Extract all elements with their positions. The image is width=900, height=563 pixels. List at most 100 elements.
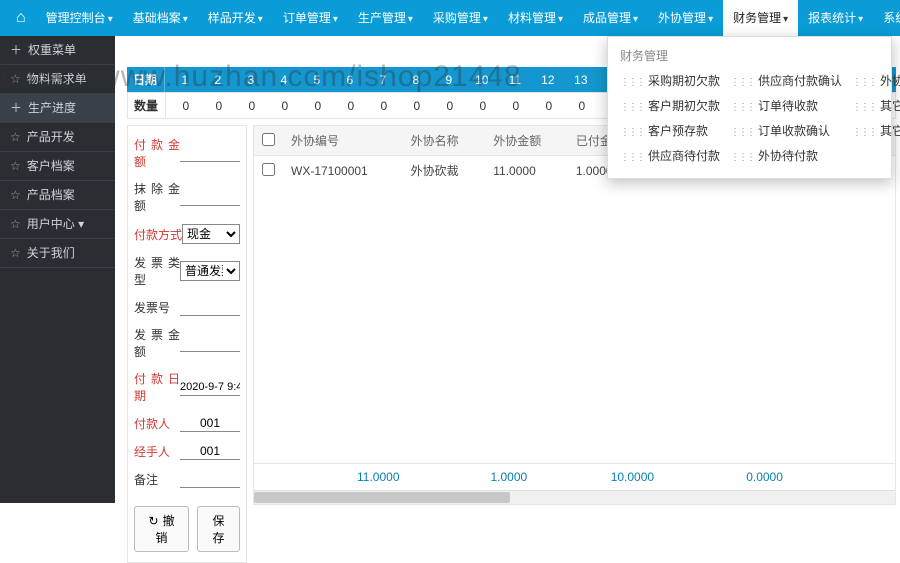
form-label: 付款金额 [134,136,180,170]
day-cell[interactable]: 6 [333,69,366,91]
sidebar-item-weight[interactable]: 权重菜单 [0,36,115,65]
form-input[interactable] [180,442,240,460]
form-input[interactable] [180,470,240,488]
dropdown-item[interactable]: 供应商付款确认 [730,72,842,89]
nav-purchase[interactable]: 采购管理 [423,0,498,36]
nav-sample[interactable]: 样品开发 [198,0,273,36]
count-cell: 0 [301,95,334,117]
foot-extra1: 10.0000 [603,464,739,491]
count-cell: 0 [400,95,433,117]
day-cell[interactable]: 8 [399,69,432,91]
horizontal-scrollbar[interactable] [254,490,895,504]
day-cell[interactable]: 13 [564,69,597,91]
nav-order[interactable]: 订单管理 [273,0,348,36]
row-checkbox[interactable] [262,163,275,176]
form-input[interactable] [180,378,240,396]
sidebar-item-product-dev[interactable]: 产品开发 [0,123,115,152]
count-cell: 0 [565,95,598,117]
nav-finished[interactable]: 成品管理 [573,0,648,36]
count-cell: 0 [367,95,400,117]
top-nav: ⌂ 管理控制台 基础档案 样品开发 订单管理 生产管理 采购管理 材料管理 成品… [0,0,900,36]
foot-amount: 11.0000 [349,464,482,491]
day-cell[interactable]: 5 [300,69,333,91]
nav-outsource[interactable]: 外协管理 [648,0,723,36]
dropdown-item[interactable]: 外协付款确认 [852,72,900,89]
count-cell: 0 [499,95,532,117]
form-label: 备注 [134,471,180,488]
dropdown-item[interactable]: 外协待付款 [730,147,842,164]
form-label: 付款方式 [134,226,182,243]
cell-name: 外协砍裁 [403,156,486,186]
nav-system[interactable]: 系统管理 [873,0,900,36]
day-cell[interactable]: 1 [168,69,201,91]
dropdown-item[interactable]: 客户期初欠款 [620,97,720,114]
sidebar-item-label: 关于我们 [27,246,75,260]
form-label: 抹除金额 [134,180,180,214]
form-input[interactable]: 普通发票 [180,261,240,281]
sidebar-item-label: 权重菜单 [28,43,76,57]
count-cell: 0 [532,95,565,117]
form-label: 经手人 [134,443,180,460]
refresh-icon: ↻ [149,514,159,528]
dropdown-item[interactable]: 供应商待付款 [620,147,720,164]
foot-paid: 1.0000 [482,464,602,491]
data-table-pane: 外协编号 外协名称 外协金额 已付金额 WX-17100001 外协砍裁 11.… [253,125,896,505]
sidebar-item-label: 生产进度 [28,101,76,115]
sidebar-item-user-center[interactable]: 用户中心 ▾ [0,210,115,239]
home-icon[interactable]: ⌂ [6,9,36,27]
dropdown-item[interactable]: 其它支出 [852,122,900,139]
foot-extra2: 0.0000 [738,464,858,491]
dropdown-item[interactable]: 客户预存款 [620,122,720,139]
count-cell: 0 [235,95,268,117]
nav-console[interactable]: 管理控制台 [36,0,123,36]
dropdown-item[interactable]: 订单收款确认 [730,122,842,139]
col-amount[interactable]: 外协金额 [485,126,568,156]
nav-material[interactable]: 材料管理 [498,0,573,36]
day-cell[interactable]: 2 [201,69,234,91]
save-label: 保存 [213,514,225,545]
form-label: 付款日期 [134,370,180,404]
count-cell: 0 [466,95,499,117]
form-label: 发票金额 [134,326,180,360]
count-cell: 0 [202,95,235,117]
col-code[interactable]: 外协编号 [283,126,403,156]
nav-prod[interactable]: 生产管理 [348,0,423,36]
form-input[interactable] [180,188,240,206]
form-input[interactable]: 现金 [182,224,240,244]
sidebar-item-customer[interactable]: 客户档案 [0,152,115,181]
sidebar-item-product-file[interactable]: 产品档案 [0,181,115,210]
count-cell: 0 [268,95,301,117]
scrollbar-thumb[interactable] [254,492,510,503]
sidebar-item-label: 用户中心 [27,217,75,231]
nav-base[interactable]: 基础档案 [123,0,198,36]
form-input[interactable] [180,414,240,432]
sidebar-item-about[interactable]: 关于我们 [0,239,115,268]
sidebar-item-prod-progress[interactable]: 生产进度 [0,94,115,123]
nav-finance[interactable]: 财务管理 [723,0,798,36]
day-cell[interactable]: 7 [366,69,399,91]
form-input[interactable] [180,144,240,162]
day-cell[interactable]: 11 [498,69,531,91]
dropdown-item[interactable]: 订单待收款 [730,97,842,114]
day-cell[interactable]: 10 [465,69,498,91]
form-input[interactable] [180,334,240,352]
count-cell: 0 [334,95,367,117]
form-label: 发票类型 [134,254,180,288]
day-cell[interactable]: 3 [234,69,267,91]
day-cell[interactable]: 9 [432,69,465,91]
dropdown-item[interactable]: 其它收入 [852,97,900,114]
sidebar-item-material-req[interactable]: 物料需求单 [0,65,115,94]
sidebar-item-label: 客户档案 [27,159,75,173]
sidebar-item-label: 产品开发 [27,130,75,144]
dropdown-item[interactable]: 采购期初欠款 [620,72,720,89]
day-cell[interactable]: 4 [267,69,300,91]
day-cell[interactable]: 12 [531,69,564,91]
form-input[interactable] [180,298,240,316]
undo-button[interactable]: ↻撤销 [134,506,189,552]
select-all-checkbox[interactable] [262,133,275,146]
nav-report[interactable]: 报表统计 [798,0,873,36]
col-name[interactable]: 外协名称 [403,126,486,156]
save-button[interactable]: 保存 [197,506,240,552]
finance-dropdown: 财务管理 采购期初欠款供应商付款确认外协付款确认客户期初欠款订单待收款其它收入客… [607,36,892,179]
count-cell: 0 [169,95,202,117]
